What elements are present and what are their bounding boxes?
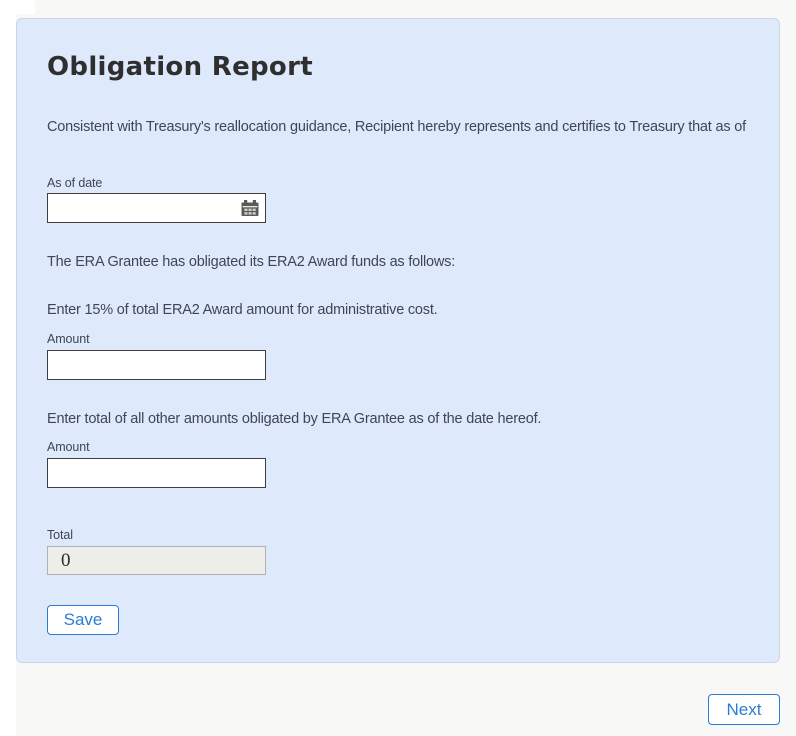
admin-amount-label: Amount [47,332,90,346]
corner-notch [0,0,35,14]
intro-text: Consistent with Treasury's reallocation … [47,119,746,135]
as-of-date-input[interactable] [47,193,266,223]
as-of-date-label: As of date [47,176,103,190]
calendar-icon[interactable] [239,199,261,217]
page-title: Obligation Report [47,52,313,82]
total-input [47,546,266,575]
funds-statement-text: The ERA Grantee has obligated its ERA2 A… [47,254,456,270]
page: { "title": "Obligation Report", "intro":… [0,0,796,736]
admin-amount-input[interactable] [47,350,266,380]
total-label: Total [47,528,73,542]
calendar-icon-glyph [241,199,259,216]
obligation-report-panel: Obligation Report Consistent with Treasu… [16,18,780,663]
admin-cost-instruction: Enter 15% of total ERA2 Award amount for… [47,302,438,318]
other-amount-label: Amount [47,440,90,454]
other-amounts-instruction: Enter total of all other amounts obligat… [47,411,542,427]
left-gutter [0,0,16,736]
save-button[interactable]: Save [47,605,119,635]
next-button[interactable]: Next [708,694,780,725]
other-amount-input[interactable] [47,458,266,488]
